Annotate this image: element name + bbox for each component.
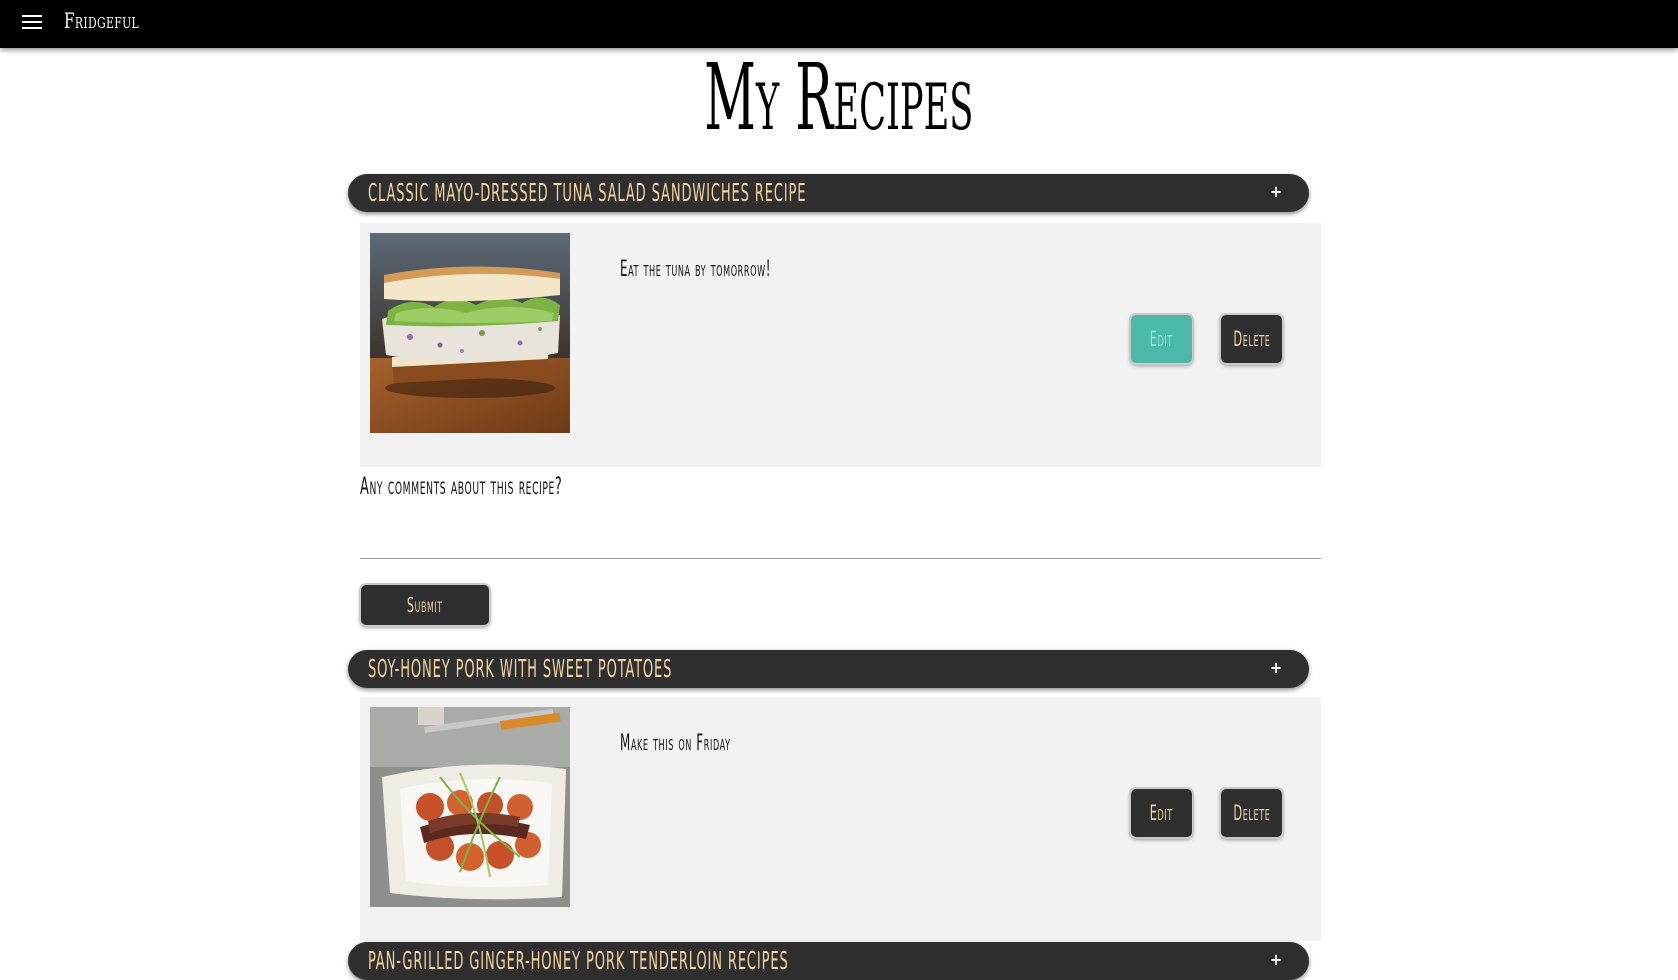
tuna-salad-sandwich-image	[370, 233, 570, 433]
submit-button[interactable]: Submit	[361, 585, 489, 625]
soy-honey-pork-image	[370, 707, 570, 907]
recipe-note: Make this on Friday	[620, 731, 731, 756]
delete-button[interactable]: Delete	[1221, 315, 1282, 363]
recipe-header-tuna-salad[interactable]: Classic Mayo-Dressed Tuna Salad Sandwich…	[348, 174, 1309, 212]
recipe-card-tuna-salad: Eat the tuna by tomorrow! Edit Delete	[360, 223, 1321, 467]
comment-input[interactable]	[360, 500, 1321, 559]
expand-plus-icon[interactable]: +	[1270, 658, 1282, 677]
recipe-card-soy-honey-pork: Make this on Friday Edit Delete	[360, 697, 1321, 941]
comment-label: Any comments about this recipe?	[360, 472, 563, 500]
top-navbar: Fridgeful	[0, 0, 1678, 48]
brand-logo-link[interactable]: Fridgeful	[64, 9, 139, 33]
recipe-title: Pan-Grilled Ginger-Honey Pork Tenderloin…	[368, 946, 789, 975]
delete-button[interactable]: Delete	[1221, 789, 1282, 837]
edit-button[interactable]: Edit	[1131, 315, 1192, 363]
recipe-header-soy-honey-pork[interactable]: Soy-Honey Pork with Sweet Potatoes +	[348, 650, 1309, 688]
edit-button[interactable]: Edit	[1131, 789, 1192, 837]
recipe-note: Eat the tuna by tomorrow!	[620, 257, 772, 282]
expand-plus-icon[interactable]: +	[1270, 182, 1282, 201]
hamburger-menu-icon[interactable]	[22, 15, 42, 31]
recipe-header-ginger-honey-pork[interactable]: Pan-Grilled Ginger-Honey Pork Tenderloin…	[348, 942, 1309, 980]
recipe-title: Classic Mayo-Dressed Tuna Salad Sandwich…	[368, 178, 807, 207]
recipe-title: Soy-Honey Pork with Sweet Potatoes	[368, 654, 673, 683]
page-title: My Recipes	[704, 44, 974, 151]
expand-plus-icon[interactable]: +	[1270, 950, 1282, 969]
